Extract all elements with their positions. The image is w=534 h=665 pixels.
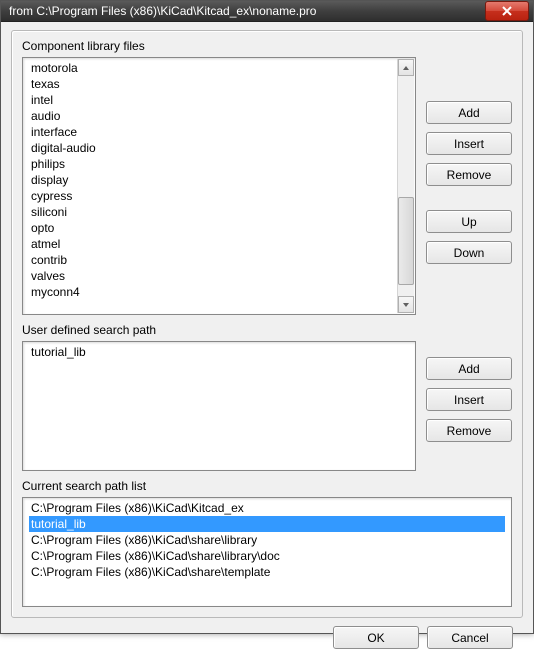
component-library-scrollbar[interactable] [397, 59, 414, 313]
list-item[interactable]: interface [29, 124, 409, 140]
list-item[interactable]: C:\Program Files (x86)\KiCad\share\libra… [29, 532, 505, 548]
list-item[interactable]: myconn4 [29, 284, 409, 300]
close-icon [502, 6, 512, 16]
list-item[interactable]: atmel [29, 236, 409, 252]
current-search-path-label: Current search path list [22, 479, 512, 493]
remove-button[interactable]: Remove [426, 419, 512, 442]
down-button[interactable]: Down [426, 241, 512, 264]
component-library-list[interactable]: motorolatexasintelaudiointerfacedigital-… [22, 57, 416, 315]
dialog-window: from C:\Program Files (x86)\KiCad\Kitcad… [0, 0, 534, 634]
titlebar[interactable]: from C:\Program Files (x86)\KiCad\Kitcad… [1, 1, 533, 22]
client-area: Component library files motorolatexasint… [1, 22, 533, 665]
user-search-path-buttons: Add Insert Remove [426, 341, 512, 471]
user-search-path-row: tutorial_lib Add Insert Remove [22, 341, 512, 471]
scroll-down-button[interactable] [398, 296, 414, 313]
list-item[interactable]: C:\Program Files (x86)\KiCad\share\libra… [29, 548, 505, 564]
list-item[interactable]: display [29, 172, 409, 188]
list-item[interactable]: cypress [29, 188, 409, 204]
component-library-row: motorolatexasintelaudiointerfacedigital-… [22, 57, 512, 315]
insert-button[interactable]: Insert [426, 388, 512, 411]
main-panel: Component library files motorolatexasint… [11, 30, 523, 618]
scroll-up-button[interactable] [398, 59, 414, 76]
list-item[interactable]: opto [29, 220, 409, 236]
chevron-up-icon [402, 64, 410, 72]
list-item[interactable]: texas [29, 76, 409, 92]
user-search-path-list[interactable]: tutorial_lib [22, 341, 416, 471]
list-item[interactable]: audio [29, 108, 409, 124]
list-item[interactable]: valves [29, 268, 409, 284]
component-library-buttons: Add Insert Remove Up Down [426, 57, 512, 315]
add-button[interactable]: Add [426, 357, 512, 380]
list-item[interactable]: tutorial_lib [29, 516, 505, 532]
list-item[interactable]: intel [29, 92, 409, 108]
dialog-footer: OK Cancel [11, 618, 523, 659]
insert-button[interactable]: Insert [426, 132, 512, 155]
list-item[interactable]: tutorial_lib [29, 344, 409, 360]
list-item[interactable]: C:\Program Files (x86)\KiCad\share\templ… [29, 564, 505, 580]
list-item[interactable]: siliconi [29, 204, 409, 220]
remove-button[interactable]: Remove [426, 163, 512, 186]
up-button[interactable]: Up [426, 210, 512, 233]
component-library-label: Component library files [22, 39, 512, 53]
cancel-button[interactable]: Cancel [427, 626, 513, 649]
current-search-path-list[interactable]: C:\Program Files (x86)\KiCad\Kitcad_extu… [22, 497, 512, 607]
list-item[interactable]: philips [29, 156, 409, 172]
list-item[interactable]: C:\Program Files (x86)\KiCad\Kitcad_ex [29, 500, 505, 516]
list-item[interactable]: motorola [29, 60, 409, 76]
add-button[interactable]: Add [426, 101, 512, 124]
close-button[interactable] [485, 1, 529, 21]
window-title: from C:\Program Files (x86)\KiCad\Kitcad… [9, 4, 485, 18]
current-search-path-row: C:\Program Files (x86)\KiCad\Kitcad_extu… [22, 497, 512, 607]
scroll-track[interactable] [398, 76, 414, 296]
list-item[interactable]: digital-audio [29, 140, 409, 156]
ok-button[interactable]: OK [333, 626, 419, 649]
user-search-path-label: User defined search path [22, 323, 512, 337]
chevron-down-icon [402, 301, 410, 309]
scroll-thumb[interactable] [398, 197, 414, 285]
list-item[interactable]: contrib [29, 252, 409, 268]
